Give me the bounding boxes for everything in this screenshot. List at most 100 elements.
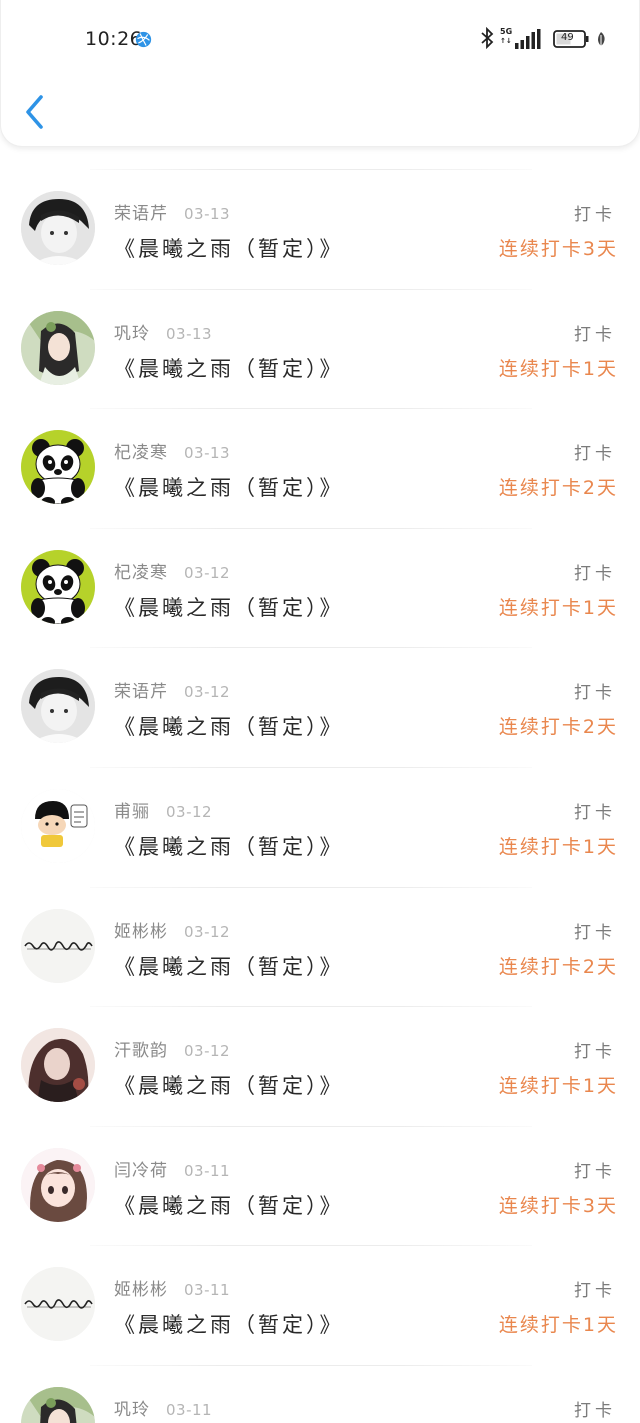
checkin-label: 打卡 [574, 444, 616, 465]
checkin-item[interactable]: 荣语芹 03-12 《晨曦之雨（暂定）》 打卡连续打卡2天 [0, 647, 640, 767]
work-title[interactable]: 《晨曦之雨（暂定）》 [114, 831, 344, 861]
checkin-item[interactable]: 杞凌寒 03-12 《晨曦之雨（暂定）》 打卡连续打卡1天 [0, 527, 640, 648]
avatar[interactable] [21, 669, 95, 744]
work-title[interactable]: 《晨曦之雨（暂定）》 [114, 951, 344, 981]
streak-count: 连续打卡3天 [498, 1194, 618, 1217]
checkin-label: 打卡 [574, 1281, 616, 1302]
divider [90, 647, 532, 649]
checkin-date: 03-12 [184, 683, 231, 702]
user-name[interactable]: 姬彬彬 [114, 1280, 168, 1300]
user-name[interactable]: 巩玲 [114, 324, 150, 344]
avatar[interactable] [21, 549, 95, 624]
avatar[interactable] [21, 788, 95, 863]
user-name[interactable]: 荣语芹 [114, 204, 168, 224]
checkin-date: 03-13 [184, 205, 231, 223]
checkin-item[interactable]: 姬彬彬 03-12 《晨曦之雨（暂定）》 打卡连续打卡2天 [0, 886, 640, 1007]
divider [90, 1125, 532, 1127]
user-name-line: 巩玲 03-13 [114, 319, 212, 344]
work-title[interactable]: 《晨曦之雨（暂定）》 [114, 472, 344, 502]
avatar[interactable] [21, 1147, 95, 1222]
back-chevron-icon[interactable] [23, 94, 47, 130]
header-bar: 10:26 5G ↑↓ 49 [0, 0, 640, 147]
streak-count: 连续打卡1天 [498, 596, 618, 619]
bluetooth-icon [481, 27, 494, 49]
work-title[interactable]: 《晨曦之雨（暂定）》 [114, 711, 344, 741]
signal-icon [515, 29, 541, 49]
work-title[interactable]: 《晨曦之雨（暂定）》 [114, 1309, 344, 1339]
work-title[interactable]: 《晨曦之雨（暂定）》 [114, 233, 344, 263]
checkin-label: 打卡 [574, 922, 616, 943]
user-name-line: 姬彬彬 03-12 [114, 917, 230, 942]
streak-count: 连续打卡1天 [498, 1075, 618, 1098]
checkin-label: 打卡 [574, 563, 616, 584]
work-title[interactable]: 《晨曦之雨（暂定）》 [114, 353, 344, 383]
avatar[interactable] [21, 1028, 95, 1103]
checkin-label: 打卡 [574, 324, 616, 345]
checkin-item[interactable]: 闫冷荷 03-11 《晨曦之雨（暂定）》 打卡连续打卡3天 [0, 1125, 640, 1246]
user-name[interactable]: 姬彬彬 [114, 922, 168, 942]
user-name[interactable]: 巩玲 [114, 1400, 150, 1420]
user-name-line: 荣语芹 03-13 [114, 199, 230, 224]
checkin-item[interactable]: 汗歌韵 03-12 《晨曦之雨（暂定）》 打卡连续打卡1天 [0, 1006, 640, 1126]
avatar[interactable] [21, 1267, 95, 1342]
checkin-item[interactable]: 甫骊 03-12 《晨曦之雨（暂定）》 打卡 连续打卡1天 [0, 766, 640, 887]
checkin-item[interactable]: 巩玲 03-11 打卡 [0, 1364, 640, 1423]
checkin-date: 03-11 [184, 1281, 231, 1300]
user-name[interactable]: 闫冷荷 [114, 1161, 168, 1181]
checkin-date: 03-11 [184, 1161, 231, 1180]
user-name-line: 杞凌寒 03-12 [114, 558, 230, 583]
checkin-date: 03-12 [184, 563, 231, 582]
divider [90, 169, 532, 170]
checkin-date: 03-12 [166, 802, 213, 821]
checkin-date: 03-11 [166, 1400, 213, 1419]
network-type: 5G ↑↓ [500, 27, 513, 45]
status-time: 10:26 [85, 28, 143, 50]
divider [90, 766, 532, 768]
user-name-line: 甫骊 03-12 [114, 797, 212, 822]
checkin-label: 打卡 [574, 683, 616, 704]
checkin-date: 03-13 [166, 324, 213, 343]
streak-count: 连续打卡2天 [498, 716, 618, 739]
checkin-item[interactable]: 杞凌寒 03-13 《晨曦之雨（暂定）》 打卡 连续打卡2天 [0, 408, 640, 528]
divider [90, 527, 532, 529]
avatar[interactable] [21, 310, 95, 385]
streak-count: 连续打卡1天 [498, 357, 618, 380]
work-title[interactable]: 《晨曦之雨（暂定）》 [114, 1190, 344, 1220]
user-name-line: 姬彬彬 03-11 [114, 1275, 230, 1300]
checkin-label: 打卡 [574, 1400, 616, 1421]
work-title[interactable]: 《晨曦之雨（暂定）》 [114, 592, 344, 622]
avatar[interactable] [21, 191, 95, 265]
divider [90, 1245, 532, 1247]
streak-count: 连续打卡1天 [498, 1314, 618, 1337]
user-name-line: 杞凌寒 03-13 [114, 438, 230, 463]
user-name[interactable]: 杞凌寒 [114, 563, 168, 583]
user-name-line: 闫冷荷 03-11 [114, 1156, 230, 1181]
user-name[interactable]: 甫骊 [114, 802, 150, 822]
user-name-line: 巩玲 03-11 [114, 1395, 212, 1420]
checkin-label: 打卡 [574, 1042, 616, 1063]
streak-count: 连续打卡2天 [498, 955, 618, 978]
user-name[interactable]: 荣语芹 [114, 682, 168, 702]
checkin-item[interactable]: 姬彬彬 03-11 《晨曦之雨（暂定）》 打卡连续打卡1天 [0, 1245, 640, 1365]
checkin-label: 打卡 [574, 802, 616, 823]
divider [90, 1364, 532, 1366]
avatar[interactable] [21, 1386, 95, 1423]
avatar[interactable] [21, 908, 95, 983]
user-name-line: 荣语芹 03-12 [114, 677, 230, 702]
checkin-item[interactable]: 巩玲 03-13 《晨曦之雨（暂定）》 打卡连续打卡1天 [0, 288, 640, 409]
divider [90, 288, 532, 290]
user-name[interactable]: 汗歌韵 [114, 1041, 168, 1061]
work-title[interactable]: 《晨曦之雨（暂定）》 [114, 1070, 344, 1100]
checkin-item[interactable]: 荣语芹 03-13 《晨曦之雨（暂定）》 打卡 连续打卡3天 [0, 169, 640, 289]
battery-icon: 49 [553, 30, 589, 48]
checkin-date: 03-12 [184, 1042, 231, 1061]
checkin-label: 打卡 [574, 1161, 616, 1182]
checkin-list: 荣语芹 03-13 《晨曦之雨（暂定）》 打卡 连续打卡3天 巩玲 03-13 《晨曦之雨（暂… [0, 169, 640, 1423]
streak-count: 连续打卡3天 [498, 238, 618, 260]
user-name[interactable]: 杞凌寒 [114, 443, 168, 463]
avatar[interactable] [21, 430, 95, 505]
divider [90, 886, 532, 888]
user-name-line: 汗歌韵 03-12 [114, 1036, 230, 1061]
divider [90, 408, 532, 410]
globe-icon [135, 31, 152, 48]
